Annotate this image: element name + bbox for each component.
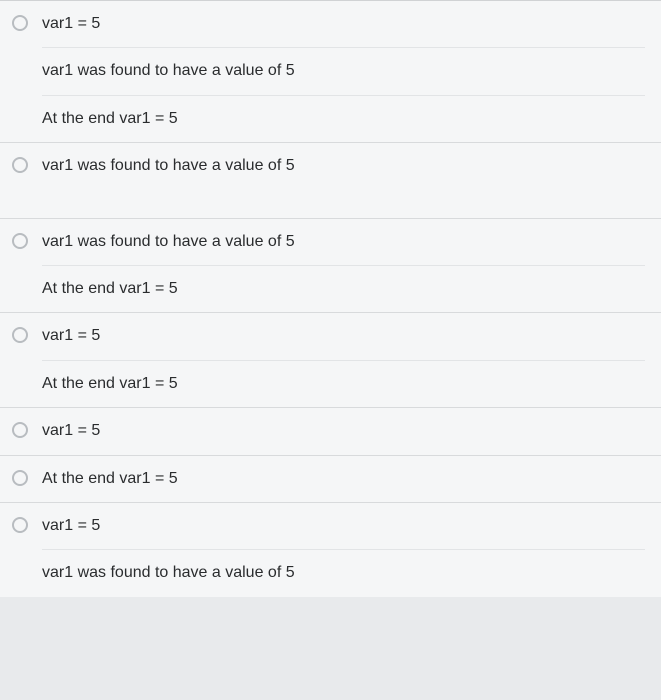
option-line: var1 was found to have a value of 5 (42, 550, 645, 596)
option-line: var1 was found to have a value of 5 (42, 48, 645, 95)
radio-icon[interactable] (12, 157, 28, 173)
quiz-option[interactable]: At the end var1 = 5 (0, 456, 661, 503)
quiz-option[interactable]: var1 = 5 var1 was found to have a value … (0, 503, 661, 597)
option-line: At the end var1 = 5 (42, 361, 645, 407)
option-line: At the end var1 = 5 (42, 456, 645, 502)
option-line: var1 was found to have a value of 5 (42, 143, 645, 189)
radio-icon[interactable] (12, 470, 28, 486)
option-content: var1 = 5 var1 was found to have a value … (0, 503, 661, 597)
option-content: var1 = 5 At the end var1 = 5 (0, 313, 661, 407)
quiz-option[interactable]: var1 = 5 var1 was found to have a value … (0, 1, 661, 143)
radio-icon[interactable] (12, 15, 28, 31)
radio-icon[interactable] (12, 517, 28, 533)
option-line: var1 = 5 (42, 408, 645, 454)
option-content: var1 was found to have a value of 5 (0, 143, 661, 189)
quiz-option[interactable]: var1 = 5 (0, 408, 661, 455)
quiz-option[interactable]: var1 = 5 At the end var1 = 5 (0, 313, 661, 408)
option-line: var1 = 5 (42, 503, 645, 550)
option-line: At the end var1 = 5 (42, 96, 645, 142)
radio-icon[interactable] (12, 327, 28, 343)
option-content: var1 was found to have a value of 5 At t… (0, 219, 661, 313)
option-line: At the end var1 = 5 (42, 266, 645, 312)
radio-icon[interactable] (12, 233, 28, 249)
quiz-option[interactable]: var1 was found to have a value of 5 (0, 143, 661, 218)
option-line: var1 was found to have a value of 5 (42, 219, 645, 266)
quiz-option[interactable]: var1 was found to have a value of 5 At t… (0, 219, 661, 314)
option-line: var1 = 5 (42, 313, 645, 360)
option-content: At the end var1 = 5 (0, 456, 661, 502)
option-content: var1 = 5 (0, 408, 661, 454)
quiz-options-list: var1 = 5 var1 was found to have a value … (0, 0, 661, 597)
option-content: var1 = 5 var1 was found to have a value … (0, 1, 661, 142)
radio-icon[interactable] (12, 422, 28, 438)
option-line: var1 = 5 (42, 1, 645, 48)
